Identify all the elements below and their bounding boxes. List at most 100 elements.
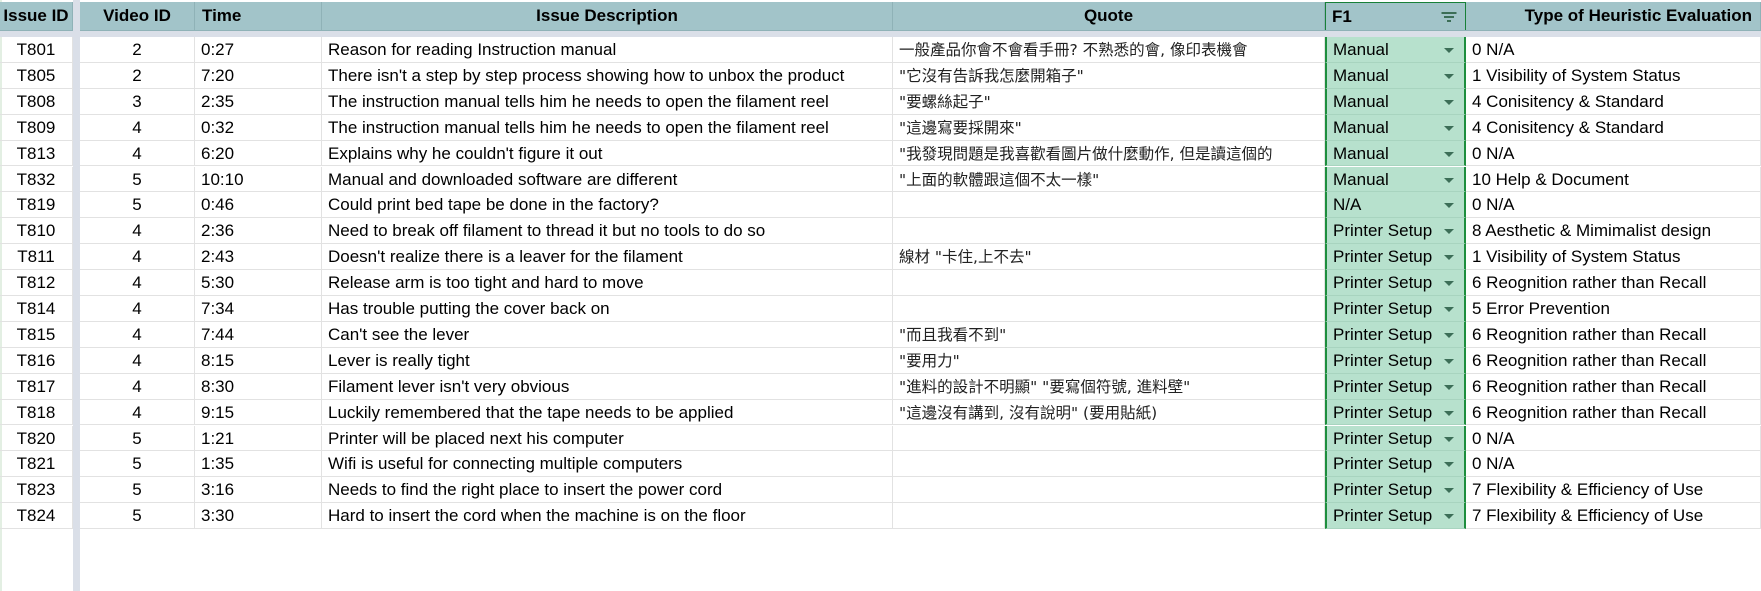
issue-description-cell[interactable]: Doesn't realize there is a leaver for th…	[322, 244, 893, 271]
heuristic-type-cell[interactable]: 7 Flexibility & Efficiency of Use	[1466, 477, 1761, 504]
f1-dropdown-cell[interactable]: N/A	[1325, 192, 1466, 219]
video-id-cell[interactable]: 4	[80, 399, 195, 426]
dropdown-arrow-icon[interactable]	[1444, 488, 1454, 494]
video-id-cell[interactable]: 4	[80, 347, 195, 374]
f1-dropdown-cell[interactable]: Manual	[1325, 62, 1466, 89]
quote-cell[interactable]: "上面的軟體跟這個不太一樣"	[893, 166, 1325, 193]
issue-description-cell[interactable]: Can't see the lever	[322, 321, 893, 348]
time-cell[interactable]: 2:35	[195, 88, 322, 115]
issue-description-cell[interactable]: The instruction manual tells him he need…	[322, 88, 893, 115]
issue-id-cell[interactable]: T823	[0, 477, 73, 504]
quote-cell[interactable]	[893, 270, 1325, 296]
heuristic-type-cell[interactable]: 0 N/A	[1466, 37, 1761, 63]
issue-description-cell[interactable]: Could print bed tape be done in the fact…	[322, 192, 893, 219]
dropdown-arrow-icon[interactable]	[1444, 99, 1454, 105]
heuristic-type-cell[interactable]: 10 Help & Document	[1466, 166, 1761, 193]
issue-description-cell[interactable]: There isn't a step by step process showi…	[322, 62, 893, 89]
time-cell[interactable]: 10:10	[195, 166, 322, 193]
video-id-cell[interactable]: 5	[80, 166, 195, 193]
video-id-cell[interactable]: 4	[80, 296, 195, 322]
quote-cell[interactable]: "要用力"	[893, 347, 1325, 374]
issue-id-cell[interactable]: T805	[0, 62, 73, 89]
f1-dropdown-cell[interactable]: Printer Setup	[1325, 244, 1466, 271]
time-cell[interactable]: 8:30	[195, 373, 322, 400]
video-id-cell[interactable]: 5	[80, 477, 195, 504]
time-cell[interactable]: 7:20	[195, 62, 322, 89]
issue-id-cell[interactable]: T816	[0, 347, 73, 374]
time-cell[interactable]: 3:16	[195, 477, 322, 504]
quote-cell[interactable]	[893, 218, 1325, 245]
video-id-cell[interactable]: 4	[80, 244, 195, 271]
issue-description-cell[interactable]: Reason for reading Instruction manual	[322, 37, 893, 63]
quote-cell[interactable]	[893, 451, 1325, 478]
issue-id-cell[interactable]: T832	[0, 166, 73, 193]
dropdown-arrow-icon[interactable]	[1444, 384, 1454, 390]
time-cell[interactable]: 9:15	[195, 399, 322, 426]
quote-cell[interactable]: 線材 "卡住,上不去"	[893, 244, 1325, 271]
f1-dropdown-cell[interactable]: Printer Setup	[1325, 347, 1466, 374]
heuristic-type-cell[interactable]: 0 N/A	[1466, 192, 1761, 219]
issue-description-cell[interactable]: Printer will be placed next his computer	[322, 425, 893, 452]
f1-dropdown-cell[interactable]: Printer Setup	[1325, 373, 1466, 400]
issue-description-cell[interactable]: Hard to insert the cord when the machine…	[322, 503, 893, 530]
issue-description-cell[interactable]: Lever is really tight	[322, 347, 893, 374]
dropdown-arrow-icon[interactable]	[1444, 125, 1454, 131]
f1-dropdown-cell[interactable]: Printer Setup	[1325, 296, 1466, 322]
issue-id-cell[interactable]: T820	[0, 425, 73, 452]
quote-cell[interactable]: "它沒有告訴我怎麼開箱子"	[893, 62, 1325, 89]
heuristic-type-cell[interactable]: 0 N/A	[1466, 425, 1761, 452]
issue-description-cell[interactable]: The instruction manual tells him he need…	[322, 114, 893, 141]
issue-id-cell[interactable]: T818	[0, 399, 73, 426]
header-issue-id[interactable]: Issue ID	[0, 2, 73, 30]
issue-id-cell[interactable]: T808	[0, 88, 73, 115]
f1-dropdown-cell[interactable]: Printer Setup	[1325, 477, 1466, 504]
quote-cell[interactable]: "這邊沒有講到, 沒有說明" (要用貼紙)	[893, 399, 1325, 426]
heuristic-type-cell[interactable]: 1 Visibility of System Status	[1466, 244, 1761, 271]
dropdown-arrow-icon[interactable]	[1444, 48, 1454, 53]
f1-dropdown-cell[interactable]: Printer Setup	[1325, 399, 1466, 426]
time-cell[interactable]: 7:44	[195, 321, 322, 348]
video-id-cell[interactable]: 5	[80, 192, 195, 219]
time-cell[interactable]: 0:27	[195, 37, 322, 63]
heuristic-type-cell[interactable]: 0 N/A	[1466, 451, 1761, 478]
quote-cell[interactable]	[893, 425, 1325, 452]
issue-description-cell[interactable]: Filament lever isn't very obvious	[322, 373, 893, 400]
heuristic-type-cell[interactable]: 4 Conisitency & Standard	[1466, 114, 1761, 141]
f1-dropdown-cell[interactable]: Printer Setup	[1325, 425, 1466, 452]
issue-id-cell[interactable]: T817	[0, 373, 73, 400]
quote-cell[interactable]: 一般產品你會不會看手冊? 不熟悉的會, 像印表機會	[893, 37, 1325, 63]
video-id-cell[interactable]: 4	[80, 218, 195, 245]
header-time[interactable]: Time	[195, 2, 322, 30]
time-cell[interactable]: 3:30	[195, 503, 322, 530]
time-cell[interactable]: 0:46	[195, 192, 322, 219]
header-quote[interactable]: Quote	[893, 2, 1325, 30]
heuristic-type-cell[interactable]: 6 Reognition rather than Recall	[1466, 347, 1761, 374]
time-cell[interactable]: 6:20	[195, 140, 322, 167]
time-cell[interactable]: 5:30	[195, 270, 322, 296]
video-id-cell[interactable]: 2	[80, 62, 195, 89]
video-id-cell[interactable]: 4	[80, 270, 195, 296]
frozen-column-divider[interactable]	[73, 0, 80, 591]
time-cell[interactable]: 7:34	[195, 296, 322, 322]
issue-id-cell[interactable]: T810	[0, 218, 73, 245]
dropdown-arrow-icon[interactable]	[1444, 229, 1454, 235]
issue-id-cell[interactable]: T811	[0, 244, 73, 271]
dropdown-arrow-icon[interactable]	[1444, 514, 1454, 520]
issue-id-cell[interactable]: T812	[0, 270, 73, 296]
heuristic-type-cell[interactable]: 6 Reognition rather than Recall	[1466, 270, 1761, 296]
dropdown-arrow-icon[interactable]	[1444, 281, 1454, 287]
f1-dropdown-cell[interactable]: Printer Setup	[1325, 321, 1466, 348]
quote-cell[interactable]: "我發現問題是我喜歡看圖片做什麼動作, 但是讀這個的	[893, 140, 1325, 167]
dropdown-arrow-icon[interactable]	[1444, 307, 1454, 312]
quote-cell[interactable]	[893, 477, 1325, 504]
quote-cell[interactable]: "而且我看不到"	[893, 321, 1325, 348]
video-id-cell[interactable]: 5	[80, 451, 195, 478]
issue-id-cell[interactable]: T824	[0, 503, 73, 530]
heuristic-type-cell[interactable]: 4 Conisitency & Standard	[1466, 88, 1761, 115]
f1-dropdown-cell[interactable]: Printer Setup	[1325, 270, 1466, 296]
filter-icon[interactable]	[1441, 11, 1457, 23]
issue-id-cell[interactable]: T801	[0, 37, 73, 63]
video-id-cell[interactable]: 4	[80, 114, 195, 141]
f1-dropdown-cell[interactable]: Manual	[1325, 114, 1466, 141]
dropdown-arrow-icon[interactable]	[1444, 410, 1454, 416]
